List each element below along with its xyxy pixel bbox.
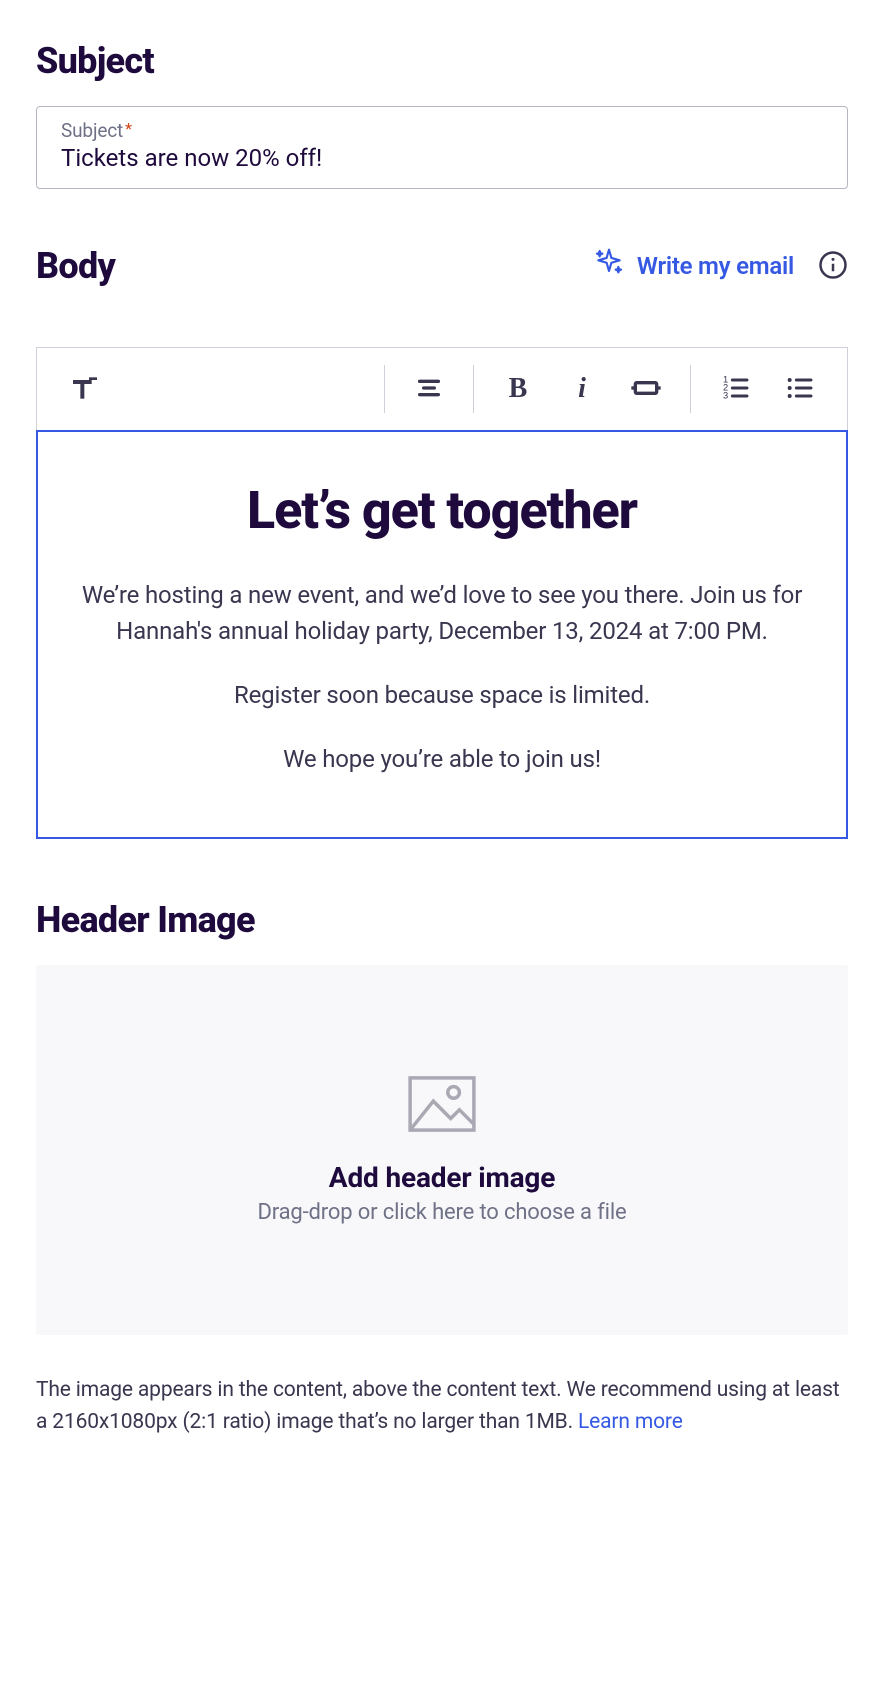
body-heading: Body	[36, 245, 115, 287]
email-paragraph-1: We’re hosting a new event, and we’d love…	[78, 577, 806, 649]
info-icon	[818, 250, 848, 283]
email-title: Let’s get together	[78, 480, 806, 541]
text-size-icon	[69, 372, 101, 407]
toolbar-divider	[690, 365, 691, 413]
learn-more-link[interactable]: Learn more	[578, 1410, 683, 1434]
ordered-list-icon: 1 2 3	[719, 372, 751, 407]
toolbar-divider	[473, 365, 474, 413]
required-marker: *	[125, 121, 132, 137]
info-button[interactable]	[818, 251, 848, 281]
bold-icon: B	[509, 373, 528, 405]
link-button[interactable]	[618, 365, 674, 413]
subject-heading: Subject	[36, 40, 848, 82]
dropzone-subtitle: Drag-drop or click here to choose a file	[257, 1200, 626, 1225]
image-placeholder-icon	[406, 1075, 478, 1137]
bold-button[interactable]: B	[490, 365, 546, 413]
write-my-email-label: Write my email	[637, 252, 794, 280]
align-button[interactable]	[401, 365, 457, 413]
header-image-dropzone[interactable]: Add header image Drag-drop or click here…	[36, 965, 848, 1335]
sparkle-icon	[593, 247, 625, 285]
header-image-caption: The image appears in the content, above …	[36, 1375, 848, 1438]
unordered-list-icon	[783, 372, 815, 407]
caption-text: The image appears in the content, above …	[36, 1378, 840, 1434]
unordered-list-button[interactable]	[771, 365, 827, 413]
header-image-heading: Header Image	[36, 899, 848, 941]
subject-label-text: Subject	[61, 121, 123, 140]
editor-content[interactable]: Let’s get together We’re hosting a new e…	[36, 430, 848, 839]
email-paragraph-3: We hope you’re able to join us!	[78, 741, 806, 777]
toolbar-divider	[384, 365, 385, 413]
ordered-list-button[interactable]: 1 2 3	[707, 365, 763, 413]
subject-input[interactable]	[61, 144, 823, 172]
svg-text:3: 3	[723, 390, 728, 400]
italic-button[interactable]: i	[554, 365, 610, 413]
editor-toolbar: B i 1 2 3	[37, 348, 847, 430]
write-my-email-button[interactable]: Write my email	[593, 247, 794, 285]
text-size-button[interactable]	[57, 365, 113, 413]
subject-label: Subject *	[61, 121, 823, 140]
email-paragraph-2: Register soon because space is limited.	[78, 677, 806, 713]
editor-toolbar-container: B i 1 2 3	[36, 347, 848, 430]
align-center-icon	[413, 372, 445, 407]
dropzone-title: Add header image	[329, 1161, 555, 1194]
link-icon	[630, 372, 662, 407]
subject-field[interactable]: Subject *	[36, 106, 848, 189]
italic-icon: i	[578, 373, 586, 405]
